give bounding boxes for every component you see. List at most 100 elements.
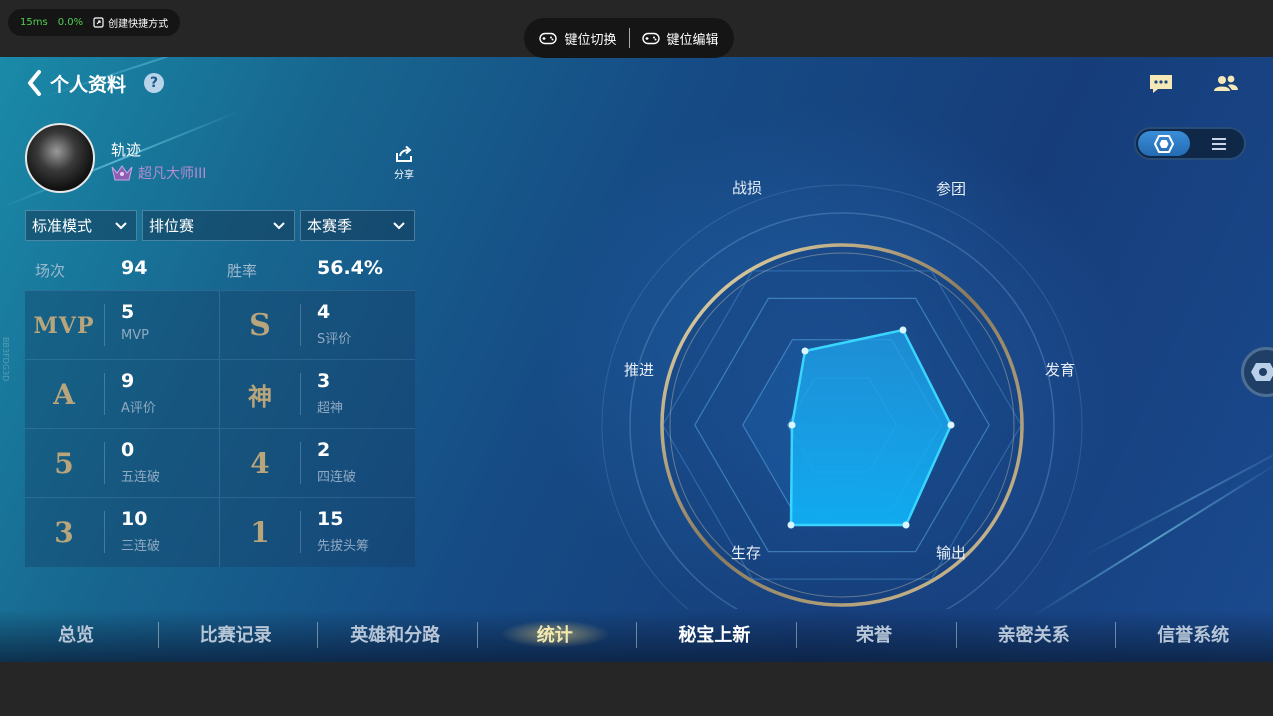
match-type-dropdown-value: 排位赛 — [149, 217, 195, 235]
radar-label-push: 推进 — [624, 361, 655, 379]
gamepad-icon — [539, 32, 558, 44]
key-mapping-pill: 键位切换 键位编辑 — [524, 18, 734, 58]
radar-label-farm: 发育 — [1045, 361, 1076, 379]
stat-cell-quadra: 4 2 四连破 — [221, 428, 415, 497]
radar-vertex-dot — [788, 421, 796, 429]
tab-label: 统计 — [536, 625, 573, 646]
key-edit-button[interactable]: 键位编辑 — [630, 29, 731, 48]
mvp-glyph-icon: MVP — [33, 312, 95, 339]
tab-6[interactable]: 亲密关系 — [955, 610, 1113, 658]
bottom-tab-bar: 总览 比赛记录 英雄和分路 统计 秘宝上新 荣誉 亲密关系 信誉系统 — [0, 610, 1273, 662]
toggle-list-view[interactable] — [1196, 131, 1242, 156]
stat-label: 先拔头筹 — [317, 539, 370, 554]
tab-label: 信誉系统 — [1157, 625, 1230, 646]
tab-separator — [956, 622, 957, 648]
stat-label: S评价 — [317, 332, 352, 347]
performance-pill: 15ms 0.0% 创建快捷方式 — [8, 9, 181, 36]
stat-cell-mvp: MVP 5 MVP — [25, 290, 219, 359]
chat-icon[interactable] — [1148, 73, 1174, 95]
loss-text: 0.0% — [57, 17, 84, 28]
cell-separator — [300, 304, 301, 346]
stat-cell-first-blood: 1 15 先拔头筹 — [221, 497, 415, 566]
friends-icon[interactable] — [1213, 73, 1239, 95]
hexagon-icon — [1154, 134, 1174, 153]
side-hexagon-button[interactable] — [1241, 347, 1273, 397]
stat-cell-s: S 4 S评价 — [221, 290, 415, 359]
tab-3[interactable]: 统计 — [476, 610, 634, 658]
tab-separator — [158, 622, 159, 648]
tab-label: 比赛记录 — [199, 625, 272, 646]
radar-vertex-dot — [787, 521, 795, 529]
triple-glyph-icon: 3 — [54, 516, 74, 549]
radar-label-teamfight: 参团 — [936, 180, 967, 198]
create-shortcut-button[interactable]: 创建快捷方式 — [93, 15, 168, 30]
radar-label-damage: 输出 — [936, 544, 967, 562]
help-icon[interactable]: ? — [144, 73, 165, 93]
radar-label-kda-loss: 战损 — [732, 179, 763, 197]
stat-value: 9 — [121, 370, 135, 392]
stat-label: 五连破 — [121, 470, 161, 485]
a-grade-glyph-icon: A — [53, 378, 75, 411]
mode-dropdown-value: 标准模式 — [32, 217, 93, 235]
stats-grid: MVP 5 MVP S 4 S评价 A 9 A评价 神 3 超神 5 0 五连破… — [25, 290, 415, 567]
radar-vertex-dot — [947, 421, 955, 429]
stat-label: A评价 — [121, 401, 156, 416]
chevron-down-icon — [273, 221, 285, 229]
share-label: 分享 — [394, 170, 414, 181]
rank-text: 超凡大师III — [138, 166, 207, 182]
tab-2[interactable]: 英雄和分路 — [316, 610, 474, 658]
list-icon — [1212, 137, 1226, 150]
season-dropdown[interactable]: 本赛季 — [300, 210, 415, 241]
page-title: 个人资料 — [50, 73, 127, 96]
rank-badge-icon — [111, 165, 133, 181]
stat-cell-a: A 9 A评价 — [25, 359, 219, 428]
quadra-glyph-icon: 4 — [250, 447, 270, 480]
tab-label: 总览 — [58, 625, 94, 646]
tab-4[interactable]: 秘宝上新 — [635, 610, 793, 658]
tab-0[interactable]: 总览 — [0, 610, 155, 658]
cell-separator — [104, 442, 105, 484]
tab-7[interactable]: 信誉系统 — [1114, 610, 1272, 658]
grid-divider — [219, 290, 220, 567]
stat-label: 超神 — [317, 401, 344, 416]
tab-5[interactable]: 荣誉 — [795, 610, 953, 658]
legendary-glyph-icon: 神 — [248, 382, 272, 411]
stat-cell-penta: 5 0 五连破 — [25, 428, 219, 497]
match-type-dropdown[interactable]: 排位赛 — [142, 210, 295, 241]
radar-vertex-dot — [801, 347, 809, 355]
stat-value: 5 — [121, 301, 135, 323]
radar-vertex-dot — [899, 326, 907, 334]
stat-label: 三连破 — [121, 539, 161, 554]
cell-separator — [300, 373, 301, 415]
stat-label: 四连破 — [317, 470, 357, 485]
radar-vertex-dot — [902, 521, 910, 529]
cell-separator — [104, 373, 105, 415]
bottom-letterbox — [0, 662, 1273, 716]
tab-label: 秘宝上新 — [678, 625, 751, 646]
first-blood-glyph-icon: 1 — [250, 516, 270, 549]
gamepad-icon — [641, 32, 660, 44]
stat-cell-legendary: 神 3 超神 — [221, 359, 415, 428]
rank-line: 超凡大师III — [110, 163, 206, 183]
share-button[interactable]: 分享 — [391, 145, 417, 181]
share-icon — [396, 145, 412, 162]
hexagon-icon — [1251, 363, 1273, 381]
key-switch-button[interactable]: 键位切换 — [527, 29, 628, 48]
view-toggle[interactable] — [1134, 127, 1246, 160]
stat-value: 2 — [317, 439, 331, 461]
side-id-text: BB3FDG3D — [1, 337, 10, 382]
cell-separator — [300, 442, 301, 484]
back-chevron-icon[interactable] — [26, 69, 42, 97]
cell-separator — [300, 511, 301, 553]
tab-1[interactable]: 比赛记录 — [157, 610, 315, 658]
key-switch-label: 键位切换 — [564, 32, 617, 48]
cell-separator — [104, 511, 105, 553]
mode-dropdown[interactable]: 标准模式 — [25, 210, 137, 241]
toggle-radar-view[interactable] — [1138, 131, 1190, 156]
light-streak — [1079, 435, 1273, 559]
radar-label-survival: 生存 — [731, 544, 762, 562]
key-edit-label: 键位编辑 — [666, 32, 719, 48]
avatar[interactable] — [25, 123, 95, 193]
stat-label: MVP — [121, 328, 149, 343]
cell-separator — [104, 304, 105, 346]
